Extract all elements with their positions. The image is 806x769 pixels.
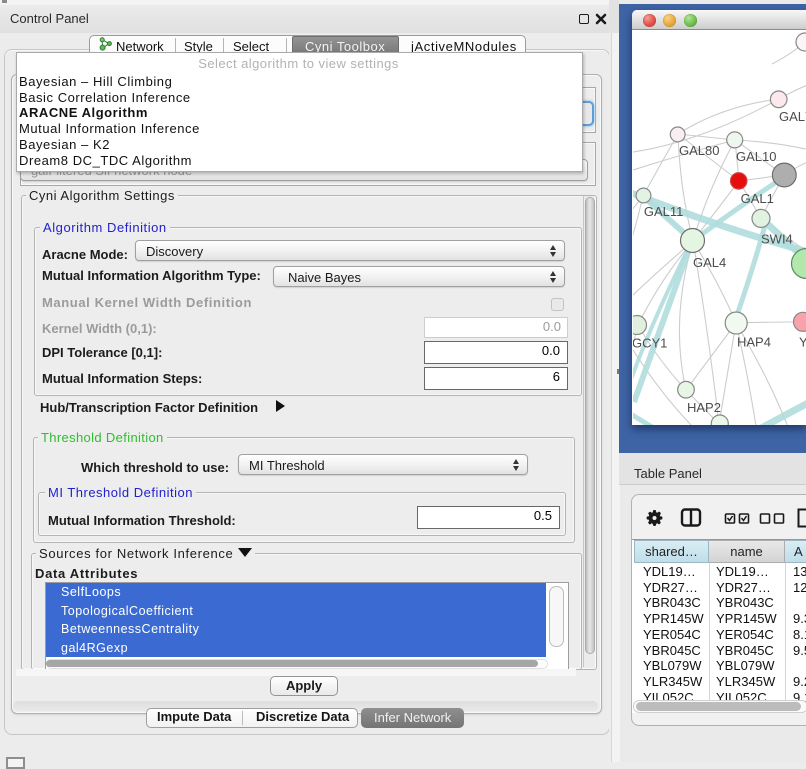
svg-text:GAL1: GAL1 [741,191,774,206]
svg-text:HAP2: HAP2 [687,400,721,415]
svg-text:GCY1: GCY1 [633,336,667,351]
svg-text:GAL11: GAL11 [644,204,684,219]
svg-text:SWI4: SWI4 [761,232,793,247]
svg-text:GAL80: GAL80 [679,143,719,158]
svg-text:GAL10: GAL10 [736,149,776,164]
svg-text:GAL4: GAL4 [693,255,726,270]
svg-text:GAL7: GAL7 [779,109,806,124]
svg-text:YDR: YDR [799,335,806,350]
svg-text:HAP4: HAP4 [737,335,771,350]
